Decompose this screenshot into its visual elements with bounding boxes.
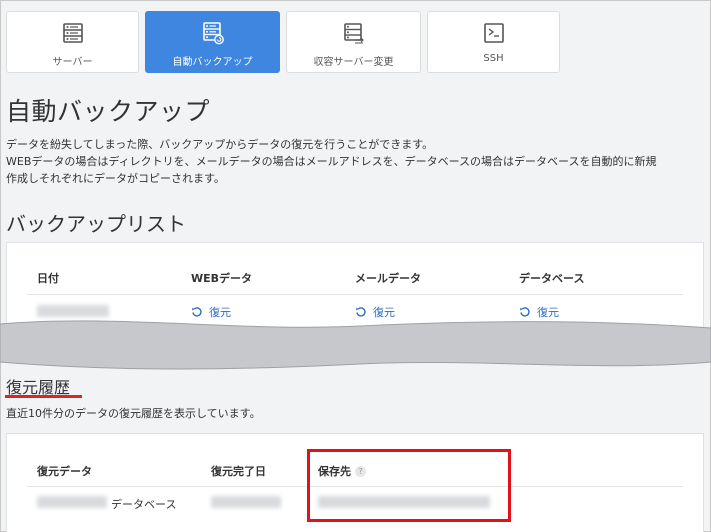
table-divider <box>27 294 683 295</box>
restore-icon <box>520 307 530 317</box>
tab-server[interactable]: サーバー <box>6 11 139 73</box>
tab-ssh[interactable]: SSH <box>427 11 560 73</box>
tab-server-move[interactable]: 収容サーバー変更 <box>286 11 421 73</box>
restore-icon <box>356 307 366 317</box>
tab-label: サーバー <box>52 57 93 68</box>
restore-icon <box>192 307 202 317</box>
title-underline <box>5 395 82 398</box>
server-list-icon <box>62 23 83 43</box>
page-description: データを紛失してしまった際、バックアップからデータの復元を行うことができます。 … <box>6 136 706 187</box>
description-line: データを紛失してしまった際、バックアップからデータの復元を行うことができます。 <box>6 138 434 151</box>
restore-data-redacted <box>37 496 107 508</box>
description-line: WEBデータの場合はディレクトリを、メールデータの場合はメールアドレスを、データ… <box>6 155 657 168</box>
torn-separator <box>0 320 711 370</box>
backup-icon <box>202 22 224 45</box>
tab-label: SSH <box>483 53 504 64</box>
backup-list-title: バックアップリスト <box>6 212 186 236</box>
server-move-icon <box>343 23 366 45</box>
tab-label: 自動バックアップ <box>172 57 253 68</box>
tab-auto-backup[interactable]: 自動バックアップ <box>145 11 280 73</box>
column-header-completed-date: 復元完了日 <box>211 465 266 478</box>
restore-history-description: 直近10件分のデータの復元履歴を表示しています。 <box>6 407 261 420</box>
description-line: 作成しそれぞれにデータがコピーされます。 <box>6 172 225 185</box>
column-header-date: 日付 <box>37 272 59 285</box>
highlight-box <box>307 449 511 522</box>
column-header-web: WEBデータ <box>191 272 253 285</box>
date-value-redacted <box>37 305 109 317</box>
page-title: 自動バックアップ <box>6 97 211 126</box>
column-header-database: データベース <box>519 272 585 285</box>
column-header-restore-data: 復元データ <box>37 465 92 478</box>
restore-history-heading: 復元履歴 <box>5 374 82 398</box>
tab-label: 収容サーバー変更 <box>313 57 394 68</box>
terminal-icon <box>483 23 504 43</box>
column-header-mail: メールデータ <box>355 272 421 285</box>
completed-date-redacted <box>211 496 281 508</box>
restore-data-type: データベース <box>111 498 177 511</box>
